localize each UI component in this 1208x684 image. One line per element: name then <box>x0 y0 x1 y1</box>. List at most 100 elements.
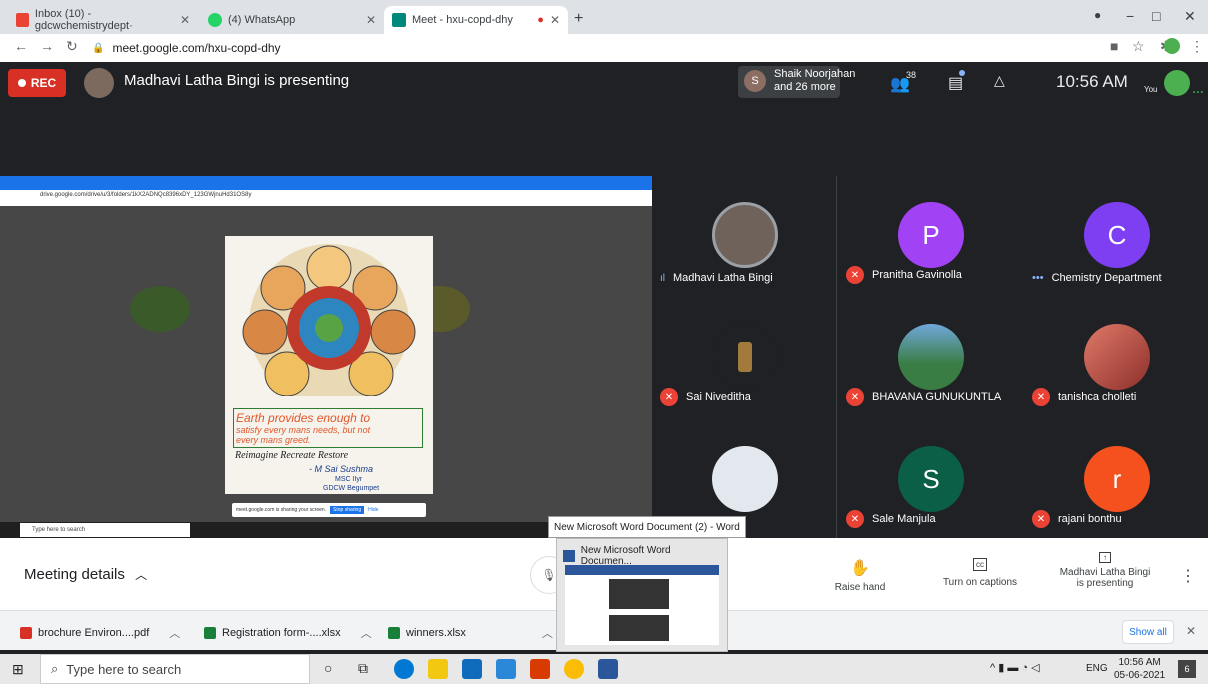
store-icon[interactable] <box>496 659 516 679</box>
camera-icon[interactable]: ■ <box>1110 38 1118 54</box>
taskbar-clock[interactable]: 10:56 AM 05-06-2021 <box>1114 656 1165 682</box>
mic-icon: 🎙 <box>541 568 557 582</box>
participant-label: ••• Chemistry Department <box>1032 272 1162 284</box>
sharing-banner: meet.google.com is sharing your screen. … <box>232 503 426 517</box>
poster-author: - M Sai Sushma <box>309 464 374 474</box>
stop-sharing-button[interactable]: Stop sharing <box>330 506 365 514</box>
minimize-icon[interactable]: − <box>1126 8 1134 24</box>
taskbar-search[interactable]: ⌕ Type here to search <box>40 654 310 684</box>
avatar: P <box>898 202 964 268</box>
mic-off-icon: ✕ <box>1032 388 1050 406</box>
tab-whatsapp[interactable]: (4) WhatsApp ✕ <box>200 6 384 34</box>
participant-tile[interactable]: ✕ BHAVANA GUNUKUNTLA <box>838 298 1023 418</box>
participant-tile[interactable]: ✕ Sai Niveditha <box>652 298 837 418</box>
self-avatar[interactable] <box>1164 70 1190 96</box>
thumbnail <box>130 286 190 332</box>
maximize-icon[interactable]: □ <box>1152 8 1160 24</box>
participant-tile[interactable]: C ••• Chemistry Department <box>1024 176 1208 296</box>
back-icon[interactable]: ← <box>14 38 28 54</box>
chat-icon[interactable]: ▤ <box>948 73 963 93</box>
show-all-button[interactable]: Show all <box>1122 620 1174 644</box>
search-icon: ⌕ <box>51 661 59 676</box>
chevron-up-icon[interactable]: ︿ <box>361 625 372 641</box>
join-more: and 26 more <box>774 81 836 93</box>
participant-tile[interactable]: ıl Madhavi Latha Bingi <box>652 176 837 296</box>
people-count: 38 <box>906 70 917 80</box>
taskbar-preview[interactable]: New Microsoft Word Documen... <box>556 538 728 652</box>
tooltip: New Microsoft Word Document (2) - Word <box>548 516 746 538</box>
join-name: Shaik Noorjahan <box>774 68 856 80</box>
new-tab-icon[interactable]: + <box>574 10 583 28</box>
office-icon[interactable] <box>530 659 550 679</box>
poster-class: MSC IIyr <box>335 476 363 483</box>
task-view-icon[interactable]: ⧉ <box>358 660 368 677</box>
join-notification-text: Shaik Noorjahan and 26 more <box>774 68 855 94</box>
participant-tile[interactable]: ✕ tanishca cholleti <box>1024 298 1208 418</box>
star-icon[interactable]: ☆ <box>1132 38 1145 55</box>
participant-label: ✕ tanishca cholleti <box>1032 388 1136 406</box>
file-explorer-icon[interactable] <box>428 659 448 679</box>
participant-tile[interactable]: r ✕ rajani bonthu <box>1024 420 1208 540</box>
chat-badge <box>959 70 965 76</box>
mic-off-icon: ✕ <box>846 510 864 528</box>
participant-tile[interactable]: P ✕ Pranitha Gavinolla <box>838 176 1023 296</box>
chevron-up-icon[interactable]: ︿ <box>542 625 553 641</box>
meeting-clock: 10:56 AM <box>1056 72 1128 91</box>
raise-hand-button[interactable]: ✋ Raise hand <box>828 558 892 593</box>
preview-thumbnail <box>565 565 719 645</box>
recording-dot-icon: ● <box>537 14 544 26</box>
excel-icon <box>388 627 400 639</box>
windows-start-icon[interactable]: ⊞ <box>12 661 24 678</box>
mic-off-icon: ✕ <box>660 388 678 406</box>
mic-off-icon: ✕ <box>846 388 864 406</box>
meet-icon <box>392 13 406 27</box>
captions-button[interactable]: cc Turn on captions <box>934 558 1026 588</box>
participant-label: ✕ rajani bonthu <box>1032 510 1122 528</box>
chevron-up-icon[interactable]: ︿ <box>169 625 180 641</box>
cortana-icon[interactable]: ○ <box>324 660 332 676</box>
poster-slogan: satisfy every mans needs, but not <box>236 425 371 435</box>
notification-center-icon[interactable]: 6 <box>1178 660 1196 678</box>
tab-meet[interactable]: Meet - hxu-copd-dhy ● ✕ <box>384 6 568 34</box>
avatar: r <box>1084 446 1150 512</box>
participant-tile[interactable]: S ✕ Sale Manjula <box>838 420 1023 540</box>
avatar <box>712 202 778 268</box>
presenter-avatar <box>84 68 114 98</box>
reload-icon[interactable]: ↻ <box>66 38 78 55</box>
download-item[interactable]: winners.xlsx ︿ <box>388 625 553 641</box>
avatar[interactable] <box>1164 38 1180 54</box>
language-indicator[interactable]: ENG <box>1086 663 1108 674</box>
close-icon[interactable]: ✕ <box>1186 624 1196 638</box>
avatar-image <box>738 342 752 372</box>
hand-icon: ✋ <box>850 560 870 577</box>
close-icon[interactable]: ✕ <box>366 13 376 27</box>
more-options-icon[interactable]: ⋮ <box>1180 566 1196 586</box>
presenting-title: Madhavi Latha Bingi is presenting <box>124 72 350 89</box>
chrome-icon[interactable] <box>564 659 584 679</box>
close-icon[interactable]: ✕ <box>550 13 560 27</box>
window-close-icon[interactable]: ✕ <box>1184 8 1196 25</box>
profile-icon[interactable]: ● <box>1094 8 1101 22</box>
forward-icon[interactable]: → <box>40 38 54 54</box>
hide-button[interactable]: Hide <box>368 507 378 513</box>
tab-gmail[interactable]: Inbox (10) - gdcwchemistrydept· ✕ <box>8 6 198 34</box>
inner-search: Type here to search <box>20 523 190 537</box>
menu-icon[interactable]: ⋮ <box>1190 38 1204 55</box>
system-tray-icons[interactable]: ^ ▮ ▬ ◔ ◁ <box>990 661 1040 674</box>
presentation-button[interactable]: ↑ Madhavi Latha Bingi is presenting <box>1050 552 1160 589</box>
edge-icon[interactable] <box>394 659 414 679</box>
activities-icon[interactable]: △ <box>994 72 1005 89</box>
mic-off-icon: ✕ <box>1032 510 1050 528</box>
download-item[interactable]: Registration form-....xlsx ︿ <box>204 625 372 641</box>
meeting-details-button[interactable]: Meeting details ︿ <box>24 566 147 583</box>
close-icon[interactable]: ✕ <box>180 13 190 27</box>
download-item[interactable]: brochure Environ....pdf ︿ <box>20 625 180 641</box>
inner-tab-bar <box>0 176 652 190</box>
url-field[interactable]: 🔒 meet.google.com/hxu-copd-dhy <box>92 38 1092 58</box>
pdf-icon <box>20 627 32 639</box>
mail-icon[interactable] <box>462 659 482 679</box>
word-icon[interactable] <box>598 659 618 679</box>
speaking-icon: ıl <box>660 272 665 284</box>
more-icon: ••• <box>1032 272 1044 284</box>
avatar: S <box>744 70 766 92</box>
